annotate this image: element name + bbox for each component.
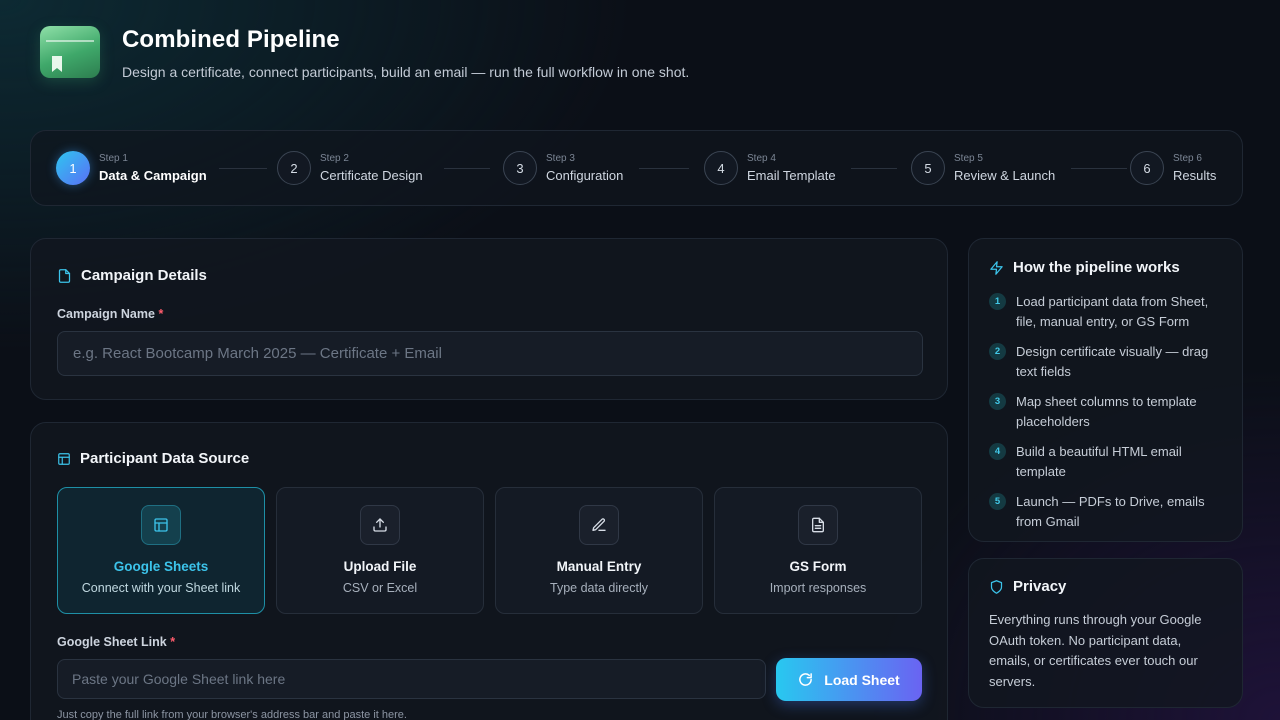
- campaign-name-label: Campaign Name *: [57, 307, 163, 321]
- source-title: Upload File: [343, 559, 417, 574]
- step-4-email-template[interactable]: 4 Step 4 Email Template: [704, 151, 836, 185]
- upload-icon: [360, 505, 400, 545]
- privacy-card: Privacy Everything runs through your Goo…: [968, 558, 1243, 708]
- document-icon: [58, 268, 71, 283]
- step-number: 1: [56, 151, 90, 185]
- table-icon: [58, 452, 70, 465]
- shield-icon: [990, 579, 1003, 594]
- card-title: How the pipeline works: [1013, 259, 1180, 276]
- card-title: Campaign Details: [81, 267, 207, 284]
- step-connector: [444, 168, 490, 169]
- step-number: 4: [704, 151, 738, 185]
- list-item: 1 Load participant data from Sheet, file,…: [989, 292, 1225, 332]
- source-title: GS Form: [789, 559, 847, 574]
- source-subtitle: CSV or Excel: [342, 581, 418, 595]
- table-icon: [141, 505, 181, 545]
- campaign-details-card: Campaign Details Campaign Name * e.g. Re…: [30, 238, 948, 400]
- step-number: 6: [1130, 151, 1164, 185]
- step-3-configuration[interactable]: 3 Step 3 Configuration: [503, 151, 623, 185]
- page-title: Combined Pipeline: [122, 26, 340, 53]
- card-title: Participant Data Source: [80, 450, 250, 467]
- required-asterisk: *: [158, 307, 164, 321]
- page-subtitle: Design a certificate, connect participan…: [122, 64, 690, 80]
- page-header: Combined Pipeline Design a certificate, …: [40, 26, 689, 80]
- list-number-badge: 3: [989, 393, 1006, 410]
- campaign-details-heading: Campaign Details: [57, 267, 207, 284]
- step-label: Email Template: [747, 168, 836, 183]
- step-connector: [639, 168, 689, 169]
- field-label-text: Campaign Name: [57, 307, 155, 321]
- list-item-text: Build a beautiful HTML email template: [1016, 444, 1182, 479]
- lightning-icon: [990, 260, 1003, 275]
- list-number-badge: 2: [989, 343, 1006, 360]
- list-item-text: Map sheet columns to template placeholde…: [1016, 394, 1197, 429]
- step-connector: [851, 168, 897, 169]
- pen-icon: [579, 505, 619, 545]
- data-source-heading: Participant Data Source: [57, 450, 249, 467]
- button-label: Load Sheet: [824, 671, 900, 688]
- participant-data-source-card: Participant Data Source Google Sheets Co…: [30, 422, 948, 720]
- step-caption: Step 1: [99, 153, 128, 164]
- step-caption: Step 3: [546, 153, 575, 164]
- step-connector: [219, 168, 267, 169]
- step-label: Data & Campaign: [99, 168, 207, 183]
- source-option-google-sheets[interactable]: Google Sheets Connect with your Sheet li…: [57, 487, 265, 614]
- step-2-certificate-design[interactable]: 2 Step 2 Certificate Design: [277, 151, 423, 185]
- step-label: Review & Launch: [954, 168, 1056, 183]
- source-option-manual-entry[interactable]: Manual Entry Type data directly: [495, 487, 703, 614]
- list-number-badge: 4: [989, 443, 1006, 460]
- step-label: Certificate Design: [320, 168, 423, 183]
- card-title: Privacy: [1013, 578, 1067, 595]
- required-asterisk: *: [170, 635, 176, 649]
- step-6-results[interactable]: 6 Step 6 Results: [1130, 151, 1216, 185]
- step-progress-bar: 1 Step 1 Data & Campaign 2 Step 2 Certif…: [30, 130, 1243, 206]
- google-sheet-link-label: Google Sheet Link *: [57, 635, 175, 649]
- list-item-text: Design certificate visually — drag text …: [1016, 344, 1209, 379]
- source-title: Google Sheets: [113, 559, 209, 574]
- sheet-link-hint: Just copy the full link from your browse…: [57, 709, 407, 720]
- how-it-works-heading: How the pipeline works: [989, 259, 1180, 276]
- step-5-review-launch[interactable]: 5 Step 5 Review & Launch: [911, 151, 1055, 185]
- list-number-badge: 5: [989, 493, 1006, 510]
- list-item: 4 Build a beautiful HTML email template: [989, 442, 1225, 482]
- how-it-works-card: How the pipeline works 1 Load participant…: [968, 238, 1243, 542]
- step-caption: Step 6: [1173, 153, 1202, 164]
- google-sheet-link-input[interactable]: Paste your Google Sheet link here: [57, 659, 766, 699]
- list-item-text: Load participant data from Sheet, file, …: [1016, 294, 1209, 329]
- envelope-certificate-logo-icon: [40, 26, 100, 78]
- form-icon: [798, 505, 838, 545]
- source-option-upload-file[interactable]: Upload File CSV or Excel: [276, 487, 484, 614]
- step-caption: Step 4: [747, 153, 776, 164]
- step-caption: Step 2: [320, 153, 349, 164]
- privacy-text: Everything runs through your Google OAut…: [989, 612, 1202, 689]
- source-title: Manual Entry: [556, 559, 642, 574]
- list-number-badge: 1: [989, 293, 1006, 310]
- step-number: 2: [277, 151, 311, 185]
- refresh-icon: [799, 673, 813, 686]
- source-subtitle: Type data directly: [550, 581, 648, 595]
- list-item: 3 Map sheet columns to template placehold…: [989, 392, 1225, 432]
- list-item: 2 Design certificate visually — drag text…: [989, 342, 1225, 382]
- field-label-text: Google Sheet Link: [57, 635, 167, 649]
- list-item: 5 Launch — PDFs to Drive, emails from Gma…: [989, 492, 1225, 532]
- load-sheet-button[interactable]: Load Sheet: [776, 658, 922, 701]
- step-number: 3: [503, 151, 537, 185]
- step-caption: Step 5: [954, 153, 983, 164]
- step-label: Configuration: [546, 168, 624, 183]
- steps-list: 1 Load participant data from Sheet, file,…: [989, 292, 1225, 542]
- campaign-name-input[interactable]: e.g. React Bootcamp March 2025 — Certifi…: [57, 331, 923, 376]
- source-subtitle: Connect with your Sheet link: [81, 581, 241, 595]
- source-option-gs-form[interactable]: GS Form Import responses: [714, 487, 922, 614]
- privacy-heading: Privacy: [989, 578, 1066, 595]
- step-label: Results: [1173, 168, 1217, 183]
- step-1-data-campaign[interactable]: 1 Step 1 Data & Campaign: [56, 151, 207, 185]
- step-number: 5: [911, 151, 945, 185]
- source-subtitle: Import responses: [769, 581, 867, 595]
- list-item-text: Launch — PDFs to Drive, emails from Gmai…: [1016, 494, 1205, 529]
- step-connector: [1071, 168, 1127, 169]
